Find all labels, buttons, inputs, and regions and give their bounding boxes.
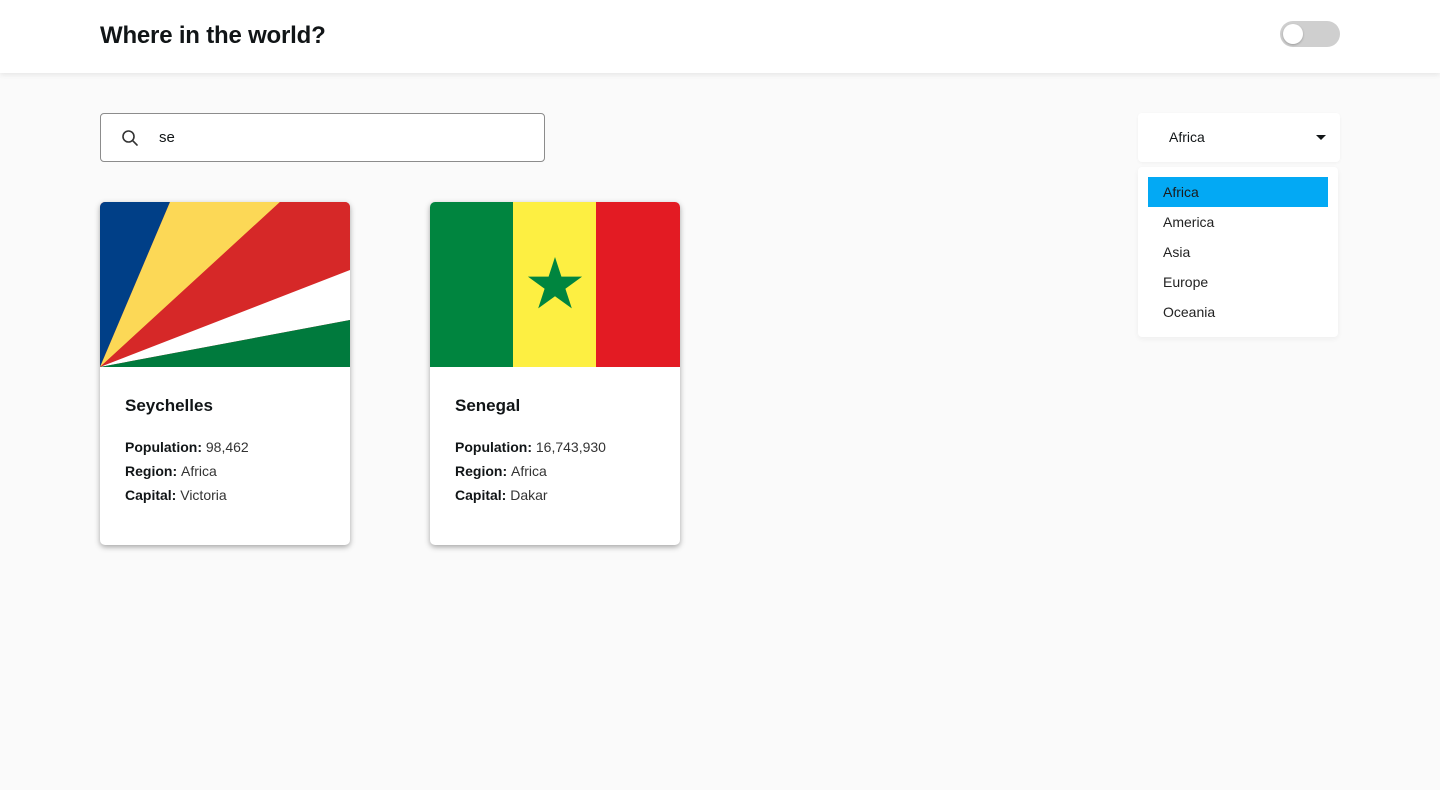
- region-filter-select[interactable]: Africa: [1138, 113, 1340, 162]
- search-icon: [122, 130, 138, 146]
- region-row: Region: Africa: [125, 463, 217, 479]
- population-label: Population:: [455, 439, 536, 455]
- region-option-oceania[interactable]: Oceania: [1148, 297, 1328, 327]
- capital-value: Victoria: [180, 487, 227, 503]
- region-value: Africa: [511, 463, 547, 479]
- region-value: Africa: [181, 463, 217, 479]
- population-value: 98,462: [205, 439, 249, 455]
- country-name: Senegal: [455, 396, 521, 415]
- country-name: Seychelles: [125, 396, 213, 415]
- app-title: Where in the world?: [100, 22, 326, 49]
- theme-toggle[interactable]: [1280, 21, 1340, 47]
- app-header: Where in the world?: [0, 0, 1440, 73]
- population-value: 16,743,930: [535, 439, 606, 455]
- capital-row: Capital: Dakar: [455, 487, 548, 503]
- toggle-knob: [1283, 24, 1303, 44]
- capital-label: Capital:: [125, 487, 181, 503]
- capital-row: Capital: Victoria: [125, 487, 227, 503]
- search-input[interactable]: [159, 114, 529, 161]
- senegal-flag: [430, 202, 680, 367]
- seychelles-flag: [100, 202, 350, 367]
- region-filter-value: Africa: [1169, 129, 1205, 145]
- population-label: Population:: [125, 439, 206, 455]
- population-row: Population: 98,462: [125, 439, 249, 455]
- region-row: Region: Africa: [455, 463, 547, 479]
- region-label: Region:: [455, 463, 511, 479]
- country-card[interactable]: Senegal Population: 16,743,930 Region: A…: [430, 202, 680, 545]
- region-option-asia[interactable]: Asia: [1148, 237, 1328, 267]
- capital-label: Capital:: [455, 487, 511, 503]
- capital-value: Dakar: [510, 487, 548, 503]
- population-row: Population: 16,743,930: [455, 439, 606, 455]
- region-option-africa[interactable]: Africa: [1148, 177, 1328, 207]
- region-label: Region:: [125, 463, 181, 479]
- region-dropdown-menu: Africa America Asia Europe Oceania: [1138, 167, 1338, 337]
- search-box[interactable]: [100, 113, 545, 162]
- country-card[interactable]: Seychelles Population: 98,462 Region: Af…: [100, 202, 350, 545]
- caret-down-icon: [1316, 135, 1326, 140]
- region-option-europe[interactable]: Europe: [1148, 267, 1328, 297]
- region-option-america[interactable]: America: [1148, 207, 1328, 237]
